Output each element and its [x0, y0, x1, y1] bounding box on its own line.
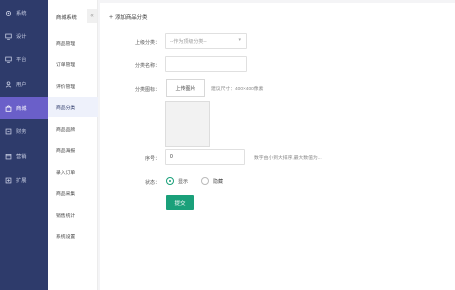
nav1-label: 扩展 [16, 177, 27, 184]
nav2-item-brand[interactable]: 商品品牌 [48, 119, 98, 139]
nav1-label: 系统 [16, 10, 27, 17]
parent-category-label: 上级分类： [134, 40, 160, 46]
nav1-item-shop[interactable]: 商城 [0, 97, 48, 119]
marketing-icon [5, 153, 12, 160]
finance-icon [5, 128, 12, 135]
page-title: + 添加商品分类 [109, 13, 148, 22]
nav2-item-stats[interactable]: 销售统计 [48, 205, 98, 225]
status-hide-radio[interactable]: 隐藏 [201, 177, 223, 185]
nav1-label: 设计 [16, 33, 27, 40]
nav1-item-extend[interactable]: 扩展 [0, 169, 48, 191]
parent-category-select[interactable]: --作为顶级分类-- ▾ [165, 33, 247, 49]
status-show-label: 显示 [178, 178, 189, 185]
nav2-item-reviews[interactable]: 评价管理 [48, 76, 98, 96]
image-preview [165, 101, 210, 147]
main-panel: + 添加商品分类 上级分类： --作为顶级分类-- ▾ 分类名称： 分类图标： … [100, 3, 455, 290]
sort-label: 序号： [144, 156, 160, 162]
radio-unchecked-icon [201, 177, 209, 185]
radio-checked-icon [166, 177, 174, 185]
category-icon-label: 分类图标： [134, 87, 160, 93]
category-name-label: 分类名称： [134, 63, 160, 69]
nav2-item-poster[interactable]: 商品海报 [48, 140, 98, 160]
submit-button[interactable]: 提交 [166, 195, 194, 210]
status-show-radio[interactable]: 显示 [166, 177, 188, 185]
extend-icon [5, 177, 12, 184]
sort-hint: 数字由小到大排序,最大数值为... [254, 156, 322, 161]
nav1-item-finance[interactable]: 财务 [0, 120, 48, 142]
sort-input[interactable]: 0 [165, 149, 245, 165]
plus-icon: + [109, 13, 114, 21]
parent-category-value: --作为顶级分类-- [170, 38, 207, 45]
nav1-item-design[interactable]: 设计 [0, 25, 48, 47]
page-title-text: 添加商品分类 [115, 15, 148, 21]
status-label: 状态： [144, 180, 160, 186]
monitor-icon [5, 56, 12, 63]
status-hide-label: 隐藏 [213, 178, 224, 185]
nav1-label: 用户 [16, 81, 27, 88]
nav1-item-user[interactable]: 用户 [0, 73, 48, 95]
user-icon [5, 81, 12, 88]
nav1-label: 财务 [16, 128, 27, 135]
nav1-item-platform[interactable]: 平台 [0, 48, 48, 70]
gear-icon [5, 10, 12, 17]
nav1-item-system[interactable]: 系统 [0, 2, 48, 24]
upload-size-hint: 建议尺寸：400×400像素 [211, 87, 264, 92]
nav1-item-marketing[interactable]: 营销 [0, 145, 48, 167]
monitor-icon [5, 33, 12, 40]
primary-sidebar: 系统 设计 平台 用户 商城 财务 营销 扩展 [0, 0, 48, 290]
nav1-label: 平台 [16, 56, 27, 63]
nav2-item-settings[interactable]: 系统设置 [48, 226, 98, 246]
nav1-label: 商城 [16, 105, 27, 112]
nav2-item-goods[interactable]: 商品管理 [48, 33, 98, 53]
shop-icon [5, 105, 12, 112]
nav2-item-collect[interactable]: 商品采集 [48, 183, 98, 203]
nav2-item-orders[interactable]: 订单管理 [48, 54, 98, 74]
upload-image-button[interactable]: 上传图片 [166, 79, 205, 97]
nav1-label: 营销 [16, 153, 27, 160]
nav2-item-category[interactable]: 商品分类 [48, 97, 98, 117]
secondary-sidebar: 商城系统 商品管理 订单管理 评价管理 商品分类 商品品牌 商品海报 录入订单 … [48, 0, 98, 290]
collapse-button[interactable]: « [87, 9, 97, 23]
chevron-down-icon: ▾ [238, 37, 241, 43]
nav2-item-enter-order[interactable]: 录入订单 [48, 162, 98, 182]
category-name-input[interactable] [165, 56, 247, 72]
